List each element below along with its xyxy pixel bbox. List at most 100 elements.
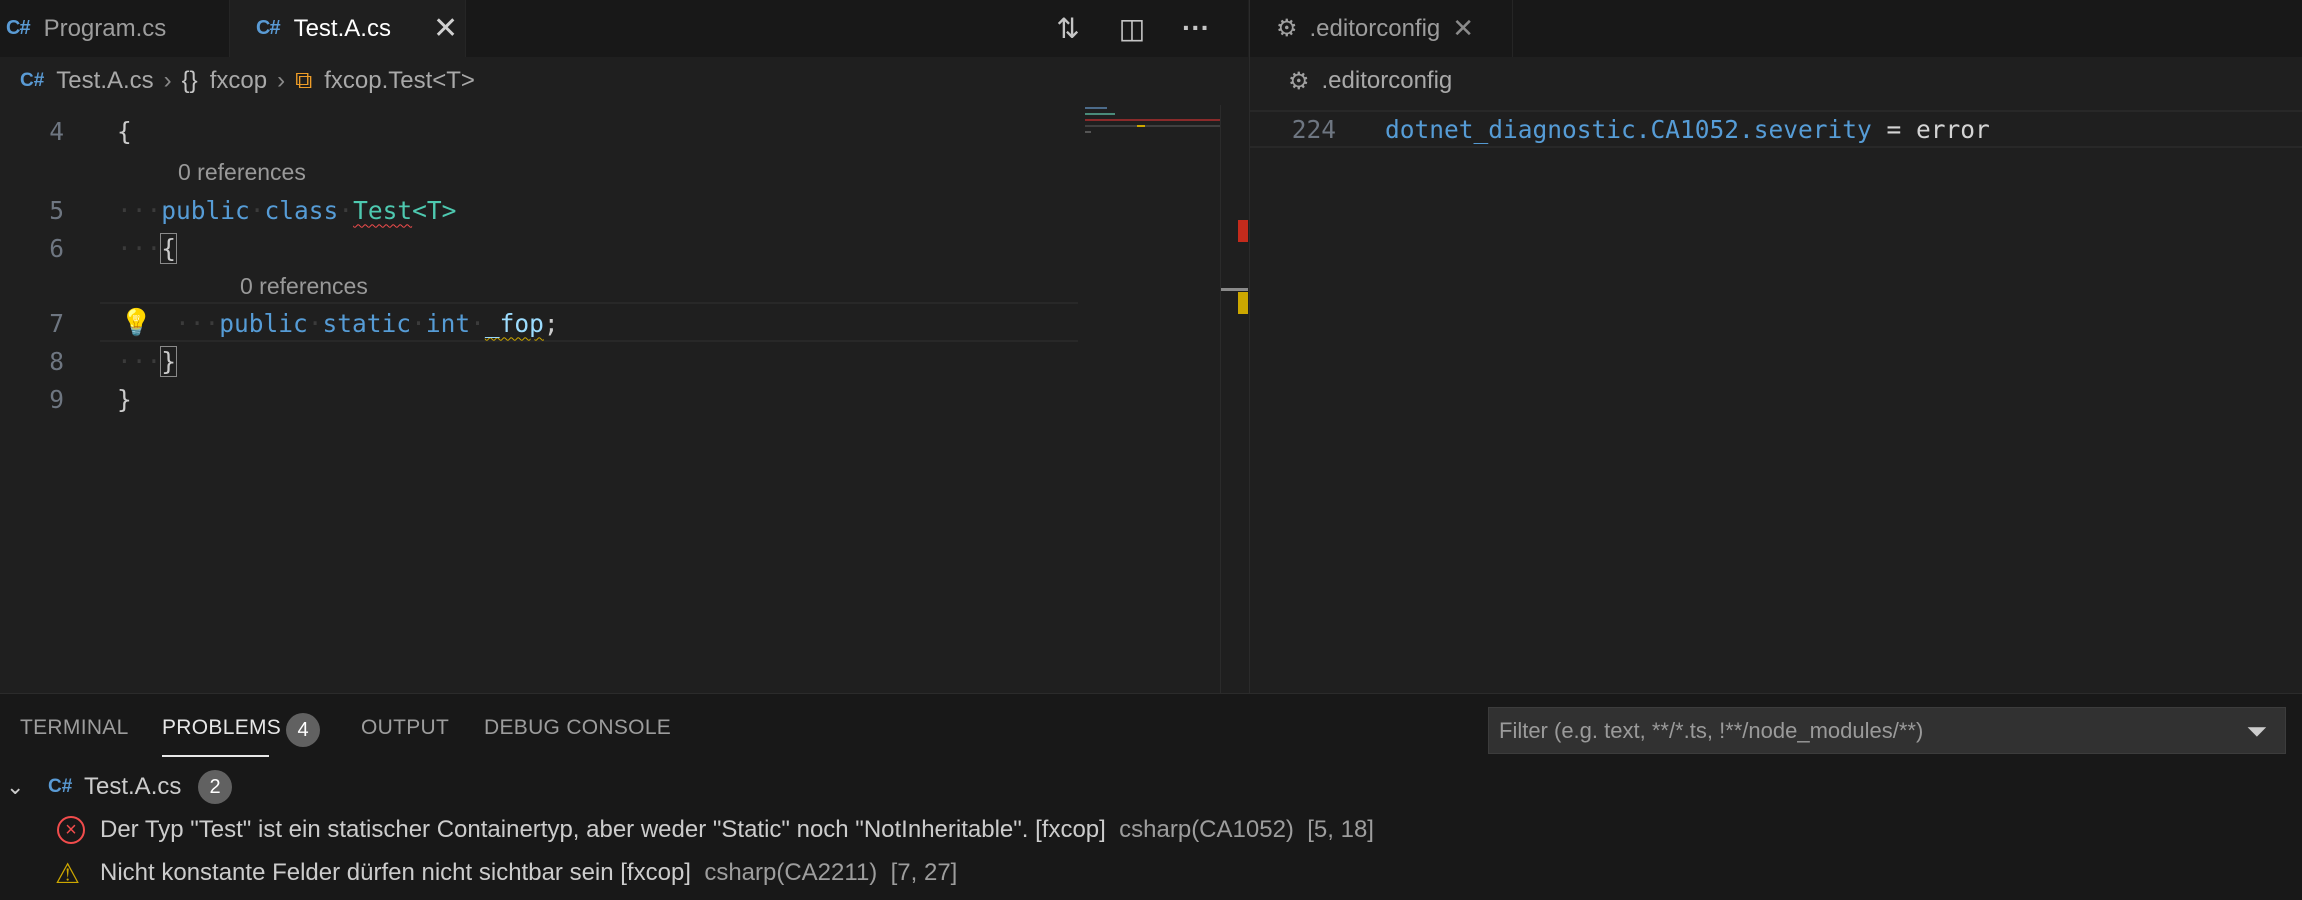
- breadcrumb-namespace[interactable]: fxcop: [210, 67, 267, 95]
- code-text: ···{: [117, 232, 178, 264]
- gear-icon: ⚙: [1288, 67, 1310, 95]
- bottom-panel: TERMINAL PROBLEMS 4 OUTPUT DEBUG CONSOLE…: [0, 693, 2302, 900]
- lightbulb-icon[interactable]: 💡: [120, 308, 152, 338]
- code-text: ···public·static·int·_fop;: [175, 308, 559, 338]
- csharp-file-icon: C#: [6, 17, 31, 39]
- split-editor-icon[interactable]: ◫: [1114, 10, 1150, 46]
- code-text: ···}: [117, 345, 178, 377]
- message-text: Der Typ "Test" ist ein statischer Contai…: [100, 816, 1106, 843]
- chevron-down-icon[interactable]: ⌄: [6, 774, 24, 800]
- tab-label: Program.cs: [43, 14, 167, 42]
- line-number: 7: [49, 308, 64, 338]
- gear-icon: ⚙: [1276, 15, 1298, 42]
- problems-count-badge: 4: [286, 713, 320, 747]
- error-icon: ×: [57, 816, 85, 844]
- line-number: 8: [49, 346, 64, 376]
- breadcrumb-class[interactable]: fxcop.Test<T>: [324, 67, 475, 95]
- close-icon[interactable]: ✕: [1452, 13, 1474, 44]
- keyword: public: [161, 195, 250, 225]
- code-text: {: [117, 116, 132, 146]
- line-number: 9: [49, 384, 64, 414]
- bracket: {: [160, 232, 178, 264]
- warning-marker: [1238, 292, 1248, 314]
- minimap[interactable]: [1085, 105, 1220, 145]
- line-number: 4: [49, 116, 64, 146]
- left-editor-group: C# Program.cs C# Test.A.cs ✕ ⇅ ◫ ··· C# …: [0, 0, 1248, 693]
- csharp-file-icon: C#: [48, 776, 73, 797]
- config-value: error: [1916, 114, 1990, 144]
- problems-filter-input[interactable]: Filter (e.g. text, **/*.ts, !**/node_mod…: [1488, 707, 2286, 754]
- filter-placeholder: Filter (e.g. text, **/*.ts, !**/node_mod…: [1499, 717, 1924, 743]
- more-actions-icon[interactable]: ···: [1178, 10, 1214, 46]
- breadcrumb: ⚙ .editorconfig: [1250, 57, 2302, 105]
- codelens-references[interactable]: 0 references: [178, 153, 306, 191]
- code-line[interactable]: 224 dotnet_diagnostic.CA1052.severity = …: [1250, 110, 2302, 148]
- namespace-icon: {}: [181, 67, 198, 94]
- cursor-marker: [1221, 288, 1248, 291]
- code-text: }: [117, 384, 132, 414]
- tab-editorconfig[interactable]: ⚙ .editorconfig ✕: [1250, 0, 1513, 57]
- bracket: }: [160, 345, 178, 377]
- problem-message: Nicht konstante Felder dürfen nicht sich…: [100, 859, 957, 887]
- chevron-right-icon: ›: [163, 67, 172, 94]
- error-marker: [1238, 220, 1248, 242]
- code-line: 9 }: [0, 380, 1100, 418]
- problem-file-group[interactable]: ⌄ C# Test.A.cs 2: [0, 767, 2302, 807]
- right-tab-bar: ⚙ .editorconfig ✕: [1250, 0, 2302, 57]
- tab-output[interactable]: OUTPUT: [361, 716, 449, 740]
- config-operator: =: [1871, 114, 1917, 144]
- open-changes-icon[interactable]: ⇅: [1050, 10, 1086, 46]
- code-text: ···public·class·Test<T>: [117, 195, 457, 225]
- field-name-warning[interactable]: _fop: [485, 309, 544, 338]
- csharp-file-icon: C#: [20, 70, 45, 91]
- problem-row-error[interactable]: × Der Typ "Test" ist ein statischer Cont…: [0, 810, 2302, 850]
- keyword: int: [425, 308, 471, 338]
- line-number: 5: [49, 195, 64, 225]
- tab-program-cs[interactable]: C# Program.cs: [0, 0, 230, 57]
- overview-ruler[interactable]: [1220, 105, 1248, 693]
- line-number: 6: [49, 233, 64, 263]
- code-line: 5 ···public·class·Test<T>: [0, 191, 1100, 229]
- breadcrumb-file[interactable]: .editorconfig: [1322, 67, 1453, 95]
- tab-test-a-cs[interactable]: C# Test.A.cs ✕: [230, 0, 466, 57]
- code-editor[interactable]: 4 { 0 references 5 ···public·class·Test<…: [0, 105, 1220, 693]
- keyword: class: [264, 195, 339, 225]
- code-line: 7 💡 ···public·static·int·_fop;: [0, 304, 1100, 342]
- close-icon[interactable]: ✕: [433, 11, 458, 46]
- keyword: static: [322, 308, 412, 338]
- problem-source: csharp(CA2211): [704, 859, 878, 886]
- problem-file-label: Test.A.cs: [84, 773, 182, 800]
- csharp-file-icon: C#: [256, 17, 281, 39]
- problem-message: Der Typ "Test" ist ein statischer Contai…: [100, 816, 1374, 844]
- problem-row-warning[interactable]: ⚠ Nicht konstante Felder dürfen nicht si…: [0, 853, 2302, 893]
- tab-label: .editorconfig: [1309, 14, 1441, 42]
- tab-problems[interactable]: PROBLEMS: [162, 716, 281, 740]
- tab-debug-console[interactable]: DEBUG CONSOLE: [484, 716, 671, 740]
- code-line: 6 ···{: [0, 229, 1100, 267]
- problem-source: csharp(CA1052): [1119, 816, 1294, 843]
- code-text: dotnet_diagnostic.CA1052.severity = erro…: [1385, 115, 1990, 144]
- codelens-references[interactable]: 0 references: [240, 267, 368, 305]
- code-line: 8 ···}: [0, 342, 1100, 380]
- type-name-error[interactable]: Test: [353, 196, 412, 225]
- type-params: <T>: [412, 195, 457, 225]
- problem-location: [7, 27]: [890, 859, 958, 886]
- message-text: Nicht konstante Felder dürfen nicht sich…: [100, 859, 691, 886]
- left-tab-bar: C# Program.cs C# Test.A.cs ✕ ⇅ ◫ ···: [0, 0, 1248, 57]
- code-line: 4 {: [0, 112, 1100, 150]
- breadcrumb: C# Test.A.cs › {} fxcop › ⧉ fxcop.Test<T…: [0, 57, 1248, 105]
- warning-icon: ⚠: [55, 857, 81, 889]
- keyword: public: [219, 308, 308, 338]
- breadcrumb-file[interactable]: Test.A.cs: [56, 67, 153, 95]
- problem-location: [5, 18]: [1307, 816, 1374, 843]
- tab-label: Test.A.cs: [293, 14, 391, 42]
- right-editor-group: ⚙ .editorconfig ✕ ⚙ .editorconfig 224 do…: [1249, 0, 2302, 693]
- tab-terminal[interactable]: TERMINAL: [20, 716, 129, 740]
- file-problem-count-badge: 2: [198, 770, 232, 804]
- class-icon: ⧉: [295, 67, 313, 94]
- active-tab-indicator: [162, 755, 269, 757]
- chevron-right-icon: ›: [277, 67, 286, 94]
- filter-icon[interactable]: ⏷: [2246, 716, 2267, 748]
- line-number: 224: [1291, 114, 1336, 144]
- semicolon: ;: [543, 308, 559, 338]
